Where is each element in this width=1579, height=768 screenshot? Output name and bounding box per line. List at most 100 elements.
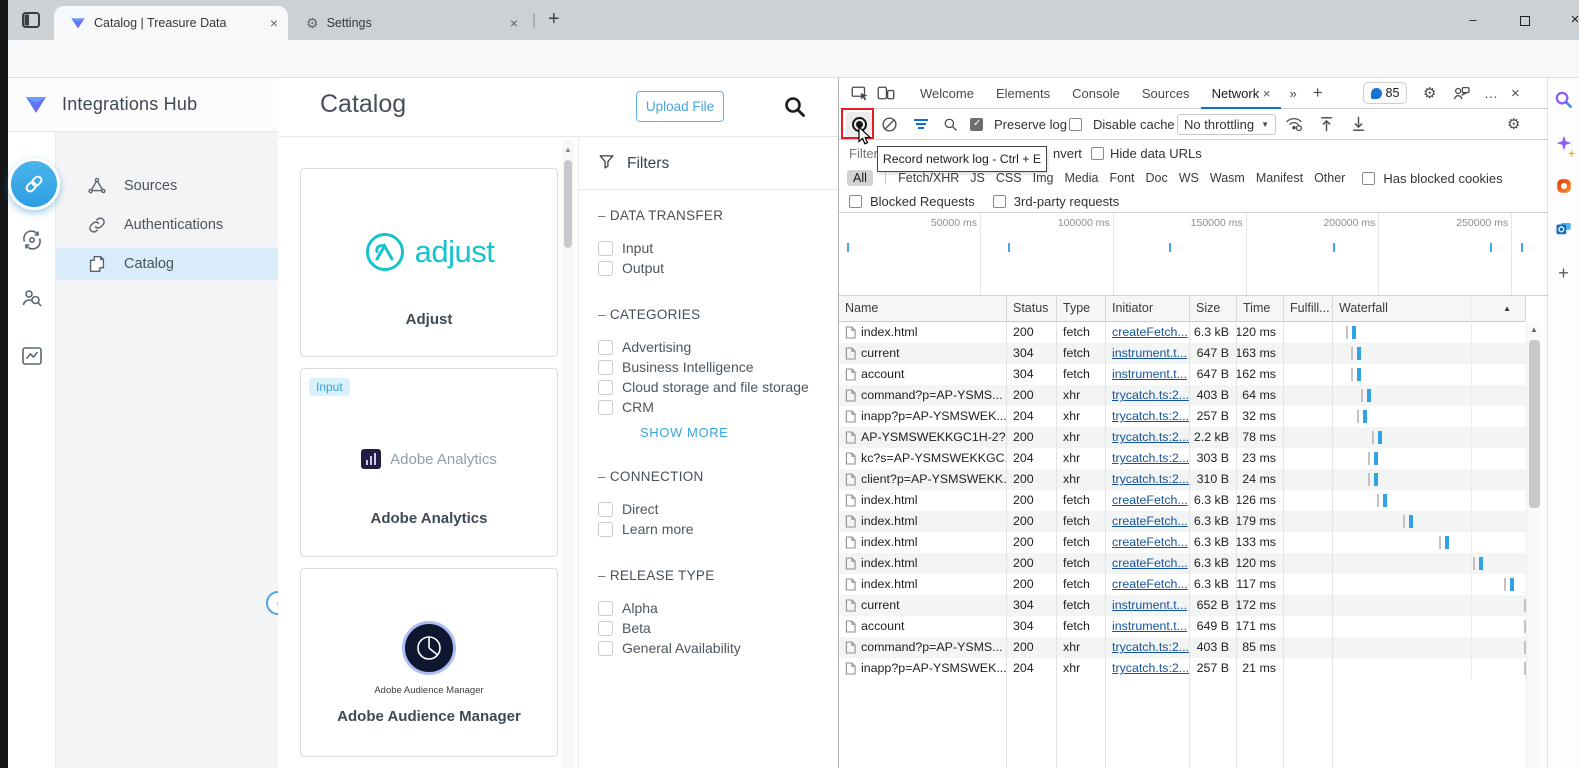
table-row[interactable]: index.html200fetchcreateFetch...6.3 kB11… xyxy=(839,574,1526,595)
blocked-requests-label[interactable]: Blocked Requests xyxy=(870,194,975,209)
checkbox[interactable] xyxy=(598,261,613,276)
catalog-search-icon[interactable] xyxy=(783,95,807,124)
pill-ws[interactable]: WS xyxy=(1179,171,1199,185)
issues-counter-badge[interactable]: 85 xyxy=(1363,82,1407,104)
outlook-icon[interactable] xyxy=(1555,220,1573,243)
sidebar-search-icon[interactable] xyxy=(1554,90,1573,114)
initiator-link[interactable]: instrument.t... xyxy=(1112,595,1187,616)
table-row[interactable]: index.html200fetchcreateFetch...6.3 kB17… xyxy=(839,511,1526,532)
initiator-link[interactable]: createFetch... xyxy=(1112,322,1188,343)
initiator-link[interactable]: trycatch.ts:2... xyxy=(1112,385,1189,406)
filter-option-label[interactable]: Output xyxy=(622,260,664,276)
initiator-link[interactable]: createFetch... xyxy=(1112,490,1188,511)
checkbox[interactable] xyxy=(598,241,613,256)
clear-network-log-icon[interactable] xyxy=(881,116,898,133)
pill-css[interactable]: CSS xyxy=(996,171,1022,185)
tab-catalog[interactable]: Catalog | Treasure Data × xyxy=(54,6,288,40)
inspect-element-icon[interactable] xyxy=(851,85,869,101)
filter-option-label[interactable]: Advertising xyxy=(622,339,691,355)
table-row[interactable]: inapp?p=AP-YSMSWEK...204xhrtrycatch.ts:2… xyxy=(839,406,1526,427)
pill-media[interactable]: Media xyxy=(1064,171,1098,185)
devtools-menu-ellipsis-icon[interactable]: … xyxy=(1484,85,1498,101)
has-blocked-cookies-label[interactable]: Has blocked cookies xyxy=(1383,171,1502,186)
table-row[interactable]: index.html200fetchcreateFetch...6.3 kB12… xyxy=(839,490,1526,511)
checkbox[interactable] xyxy=(598,641,613,656)
new-tab-button[interactable]: + xyxy=(548,9,560,29)
pill-js[interactable]: JS xyxy=(970,171,985,185)
table-row[interactable]: account304fetchinstrument.t...647 B162 m… xyxy=(839,364,1526,385)
filter-option-label[interactable]: Business Intelligence xyxy=(622,359,754,375)
column-header-type[interactable]: Type xyxy=(1057,296,1106,322)
checkbox[interactable] xyxy=(598,601,613,616)
table-row[interactable]: kc?s=AP-YSMSWEKKGC...204xhrtrycatch.ts:2… xyxy=(839,448,1526,469)
devtools-tab-welcome[interactable]: Welcome xyxy=(909,78,985,109)
filter-option-label[interactable]: Cloud storage and file storage xyxy=(622,379,809,395)
rail-sync-gear-icon[interactable] xyxy=(20,228,44,252)
devtools-table-scrollbar[interactable]: ▲ xyxy=(1526,322,1541,768)
filter-option-label[interactable]: CRM xyxy=(622,399,654,415)
pill-img[interactable]: Img xyxy=(1033,171,1054,185)
sidebar-item-catalog[interactable]: Catalog xyxy=(56,248,278,280)
pill-fetch-xhr[interactable]: Fetch/XHR xyxy=(898,171,959,185)
devtools-tab-sources[interactable]: Sources xyxy=(1131,78,1201,109)
filter-toggle-icon[interactable] xyxy=(913,117,929,131)
window-close-button[interactable]: × xyxy=(1560,8,1579,32)
window-minimize-button[interactable]: – xyxy=(1458,8,1488,32)
copilot-sparkle-icon[interactable] xyxy=(1555,134,1573,157)
invert-label-partial[interactable]: nvert xyxy=(1053,146,1082,161)
pill-wasm[interactable]: Wasm xyxy=(1210,171,1245,185)
catalog-card-adobe-analytics[interactable]: Input Adobe Analytics Adobe Analytics xyxy=(300,368,558,557)
has-blocked-cookies-checkbox[interactable] xyxy=(1362,172,1375,185)
hide-data-urls-label[interactable]: Hide data URLs xyxy=(1110,146,1202,161)
checkbox[interactable] xyxy=(598,621,613,636)
table-row[interactable]: AP-YSMSWEKKGC1H-2?...200xhrtrycatch.ts:2… xyxy=(839,427,1526,448)
cards-scrollbar-thumb[interactable] xyxy=(564,160,572,248)
devtools-close-icon[interactable]: × xyxy=(1511,85,1520,102)
hide-data-urls-checkbox[interactable] xyxy=(1091,147,1104,160)
rail-audience-search-icon[interactable] xyxy=(20,286,44,310)
initiator-link[interactable]: createFetch... xyxy=(1112,553,1188,574)
filter-option-label[interactable]: General Availability xyxy=(622,640,741,656)
device-toolbar-icon[interactable] xyxy=(877,85,895,101)
upload-file-button[interactable]: Upload File xyxy=(636,91,724,122)
rail-chart-icon[interactable] xyxy=(20,344,44,368)
initiator-link[interactable]: trycatch.ts:2... xyxy=(1112,637,1189,658)
table-row[interactable]: current304fetchinstrument.t...652 B172 m… xyxy=(839,595,1526,616)
initiator-link[interactable]: trycatch.ts:2... xyxy=(1112,658,1189,679)
more-tabs-chevron-icon[interactable]: » xyxy=(1289,86,1296,101)
column-header-name[interactable]: Name xyxy=(839,296,1007,322)
initiator-link[interactable]: trycatch.ts:2... xyxy=(1112,406,1189,427)
devtools-tab-elements[interactable]: Elements xyxy=(985,78,1061,109)
tab-settings[interactable]: ⚙ Settings × xyxy=(292,6,528,40)
disable-cache-label[interactable]: Disable cache xyxy=(1093,117,1175,132)
rail-integrations-icon[interactable] xyxy=(8,158,60,210)
checkbox[interactable] xyxy=(598,360,613,375)
third-party-checkbox[interactable] xyxy=(993,195,1006,208)
blocked-requests-checkbox[interactable] xyxy=(849,195,862,208)
window-maximize-button[interactable] xyxy=(1510,8,1540,32)
devtools-tab-close-icon[interactable]: × xyxy=(1259,86,1270,101)
filter-option-label[interactable]: Learn more xyxy=(622,521,694,537)
table-row[interactable]: command?p=AP-YSMS...200xhrtrycatch.ts:2.… xyxy=(839,385,1526,406)
pill-other[interactable]: Other xyxy=(1314,171,1345,185)
catalog-card-adobe-audience-manager[interactable]: Adobe Audience Manager Adobe Audience Ma… xyxy=(300,568,558,757)
initiator-link[interactable]: instrument.t... xyxy=(1112,343,1187,364)
throttling-select[interactable]: No throttling▼ xyxy=(1177,114,1276,135)
initiator-link[interactable]: createFetch... xyxy=(1112,574,1188,595)
sidebar-add-icon[interactable]: + xyxy=(1558,263,1569,284)
initiator-link[interactable]: trycatch.ts:2... xyxy=(1112,469,1189,490)
disable-cache-checkbox[interactable] xyxy=(1069,118,1082,131)
filter-option-label[interactable]: Direct xyxy=(622,501,659,517)
show-more-link[interactable]: SHOW MORE xyxy=(640,425,838,440)
column-header-fulfill[interactable]: Fulfill... xyxy=(1284,296,1333,322)
tab-actions-menu-icon[interactable] xyxy=(16,8,46,32)
network-search-icon[interactable] xyxy=(943,117,958,132)
preserve-log-checkbox[interactable] xyxy=(970,118,983,131)
export-har-icon[interactable] xyxy=(1351,116,1366,132)
pill-manifest[interactable]: Manifest xyxy=(1256,171,1303,185)
tab-close-icon[interactable]: × xyxy=(504,15,524,31)
pill-all[interactable]: All xyxy=(847,170,873,186)
table-row[interactable]: index.html200fetchcreateFetch...6.3 kB13… xyxy=(839,532,1526,553)
table-row[interactable]: index.html200fetchcreateFetch...6.3 kB12… xyxy=(839,553,1526,574)
network-settings-gear-icon[interactable]: ⚙ xyxy=(1507,115,1520,133)
